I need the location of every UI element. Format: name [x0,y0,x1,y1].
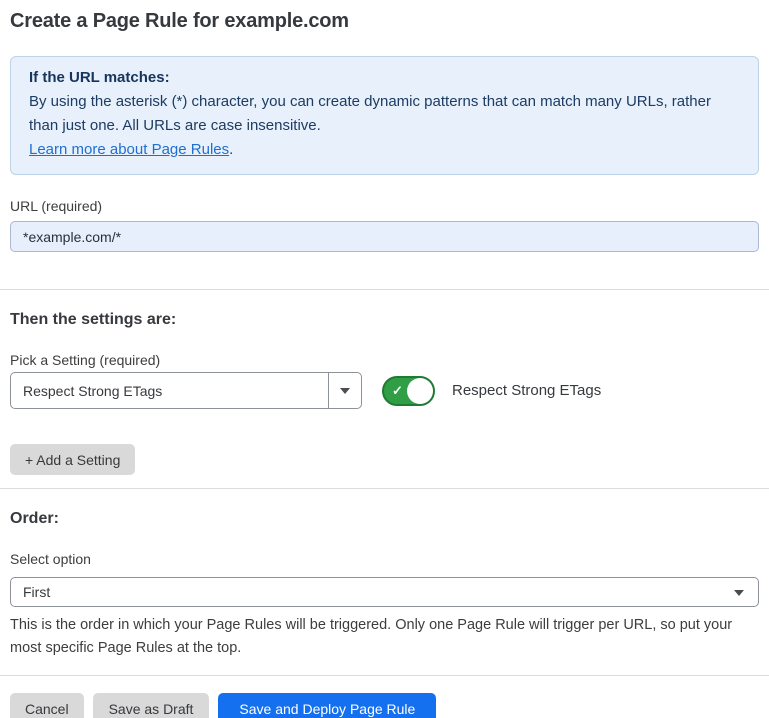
setting-row: Respect Strong ETags ✓ Respect Strong ET… [10,372,759,409]
settings-section-heading: Then the settings are: [10,311,759,329]
form-actions: Cancel Save as Draft Save and Deploy Pag… [10,693,759,718]
section-divider [0,289,769,290]
caret-down-icon [734,590,744,596]
order-helper-text: This is the order in which your Page Rul… [10,614,755,660]
save-and-deploy-button[interactable]: Save and Deploy Page Rule [218,693,436,718]
info-box-heading: If the URL matches: [29,66,740,90]
learn-more-link[interactable]: Learn more about Page Rules [29,141,229,158]
setting-toggle[interactable]: ✓ [382,376,435,406]
toggle-knob [407,378,433,404]
section-divider [0,675,769,676]
url-match-info-box: If the URL matches: By using the asteris… [10,56,759,175]
setting-dropdown-value: Respect Strong ETags [11,373,328,408]
page-title: Create a Page Rule for example.com [10,10,759,33]
setting-picker-label: Pick a Setting (required) [10,352,759,368]
info-box-body: By using the asterisk (*) character, you… [29,90,740,138]
url-input[interactable] [10,221,759,252]
order-select-label: Select option [10,551,759,567]
url-field-label: URL (required) [10,198,759,214]
add-setting-button[interactable]: + Add a Setting [10,444,135,475]
order-select[interactable]: First [10,577,759,607]
section-divider [0,488,769,489]
page-rule-form: Create a Page Rule for example.com If th… [0,10,769,718]
order-section-heading: Order: [10,510,759,528]
link-suffix: . [229,141,233,158]
info-box-link-line: Learn more about Page Rules. [29,138,740,162]
cancel-button[interactable]: Cancel [10,693,84,718]
setting-dropdown[interactable]: Respect Strong ETags [10,372,362,409]
check-icon: ✓ [392,384,403,397]
caret-down-icon [340,388,350,394]
order-select-value: First [11,584,50,600]
setting-dropdown-arrow-button[interactable] [328,373,361,408]
save-as-draft-button[interactable]: Save as Draft [93,693,210,718]
setting-toggle-label: Respect Strong ETags [452,382,601,399]
